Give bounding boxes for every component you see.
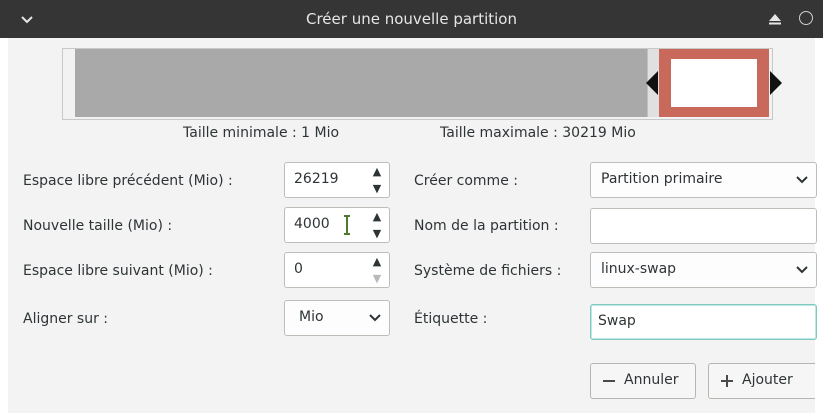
new-partition-block[interactable]	[659, 49, 769, 117]
text-cursor-icon	[344, 215, 350, 235]
increment-icon[interactable]: ▲	[365, 163, 389, 180]
free-after-value: 0	[294, 261, 303, 277]
new-size-spinner[interactable]: 4000 ▲ ▼	[284, 207, 390, 243]
increment-icon[interactable]: ▲	[365, 208, 389, 225]
partition-visualizer[interactable]	[62, 48, 782, 120]
fs-label-field[interactable]: Swap	[590, 304, 817, 340]
cancel-label: Annuler	[624, 372, 679, 388]
free-after-label: Espace libre suivant (Mio) :	[23, 263, 213, 279]
chevron-down-icon	[369, 314, 381, 322]
resize-left-handle-icon[interactable]	[646, 71, 658, 95]
align-label: Aligner sur :	[23, 311, 109, 327]
filesystem-combo[interactable]: linux-swap	[590, 252, 817, 288]
new-size-label: Nouvelle taille (Mio) :	[23, 218, 173, 234]
free-before-spinner[interactable]: 26219 ▲ ▼	[284, 162, 390, 198]
cancel-button[interactable]: Annuler	[590, 363, 696, 399]
align-combo[interactable]: Mio	[284, 300, 390, 336]
title-bar: Créer une nouvelle partition	[0, 0, 823, 38]
max-size-label: Taille maximale : 30219 Mio	[440, 125, 636, 141]
increment-icon[interactable]: ▲	[365, 253, 389, 270]
close-circle-icon[interactable]	[799, 11, 813, 25]
free-before-value: 26219	[294, 171, 339, 187]
fs-label-value: Swap	[598, 313, 636, 329]
create-as-label: Créer comme :	[414, 173, 518, 189]
chevron-down-icon	[796, 176, 808, 184]
free-after-spinner[interactable]: 0 ▲ ▼	[284, 252, 390, 288]
new-partition-fill	[671, 59, 757, 107]
decrement-icon[interactable]: ▼	[365, 225, 389, 242]
free-before-label: Espace libre précédent (Mio) :	[23, 173, 233, 189]
filesystem-label: Système de fichiers :	[414, 263, 562, 279]
decrement-icon[interactable]: ▼	[365, 180, 389, 197]
add-label: Ajouter	[742, 372, 793, 388]
create-as-value: Partition primaire	[601, 171, 723, 187]
fs-label-label: Étiquette :	[414, 311, 488, 327]
eject-icon[interactable]	[768, 12, 782, 26]
partition-name-field[interactable]	[590, 208, 817, 244]
new-size-value: 4000	[294, 216, 330, 232]
free-space-bar	[75, 49, 659, 117]
decrement-icon[interactable]: ▼	[365, 270, 389, 287]
minus-icon	[603, 380, 615, 382]
align-value: Mio	[299, 309, 324, 325]
window-title: Créer une nouvelle partition	[305, 10, 517, 28]
filesystem-value: linux-swap	[601, 261, 677, 277]
partition-name-label: Nom de la partition :	[414, 218, 559, 234]
min-size-label: Taille minimale : 1 Mio	[183, 125, 340, 141]
dialog-body: Taille minimale : 1 Mio Taille maximale …	[8, 38, 817, 413]
add-button[interactable]: Ajouter	[708, 363, 815, 399]
chevron-down-icon	[796, 266, 808, 274]
plus-icon	[721, 375, 733, 387]
resize-right-handle-icon[interactable]	[770, 71, 782, 95]
create-as-combo[interactable]: Partition primaire	[590, 162, 817, 198]
